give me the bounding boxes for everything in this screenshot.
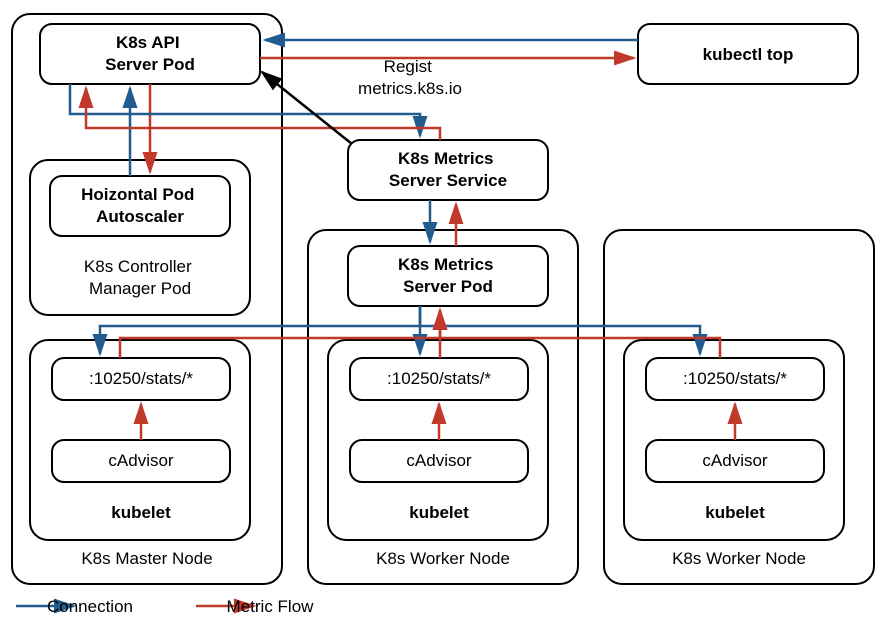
legend-connection-label: Connection [47,597,133,616]
worker1-node-label: K8s Worker Node [376,549,510,568]
controller-manager-label: K8s Controller Manager Pod [84,257,196,298]
master-kubelet-label: kubelet [111,503,171,522]
regist-annotation: Regist metrics.k8s.io [358,57,462,98]
master-stats-label: :10250/stats/* [89,369,193,388]
master-node-container [12,14,282,584]
worker1-kubelet-label: kubelet [409,503,469,522]
worker-node-2-container [604,230,874,584]
kubectl-top-label: kubectl top [703,45,794,64]
worker1-cadvisor-label: cAdvisor [406,451,472,470]
arrow-master-kubelet-to-pod-red [120,310,440,358]
worker2-kubelet-label: kubelet [705,503,765,522]
master-node-label: K8s Master Node [81,549,212,568]
arrow-pod-to-worker2-kubelet-blue [420,306,700,354]
worker2-stats-label: :10250/stats/* [683,369,787,388]
worker2-node-label: K8s Worker Node [672,549,806,568]
master-cadvisor-label: cAdvisor [108,451,174,470]
arrow-regist-black [262,72,352,144]
arrow-pod-to-master-kubelet-blue [100,306,420,354]
legend-metricflow-label: Metric Flow [227,597,315,616]
worker1-stats-label: :10250/stats/* [387,369,491,388]
worker2-cadvisor-label: cAdvisor [702,451,768,470]
